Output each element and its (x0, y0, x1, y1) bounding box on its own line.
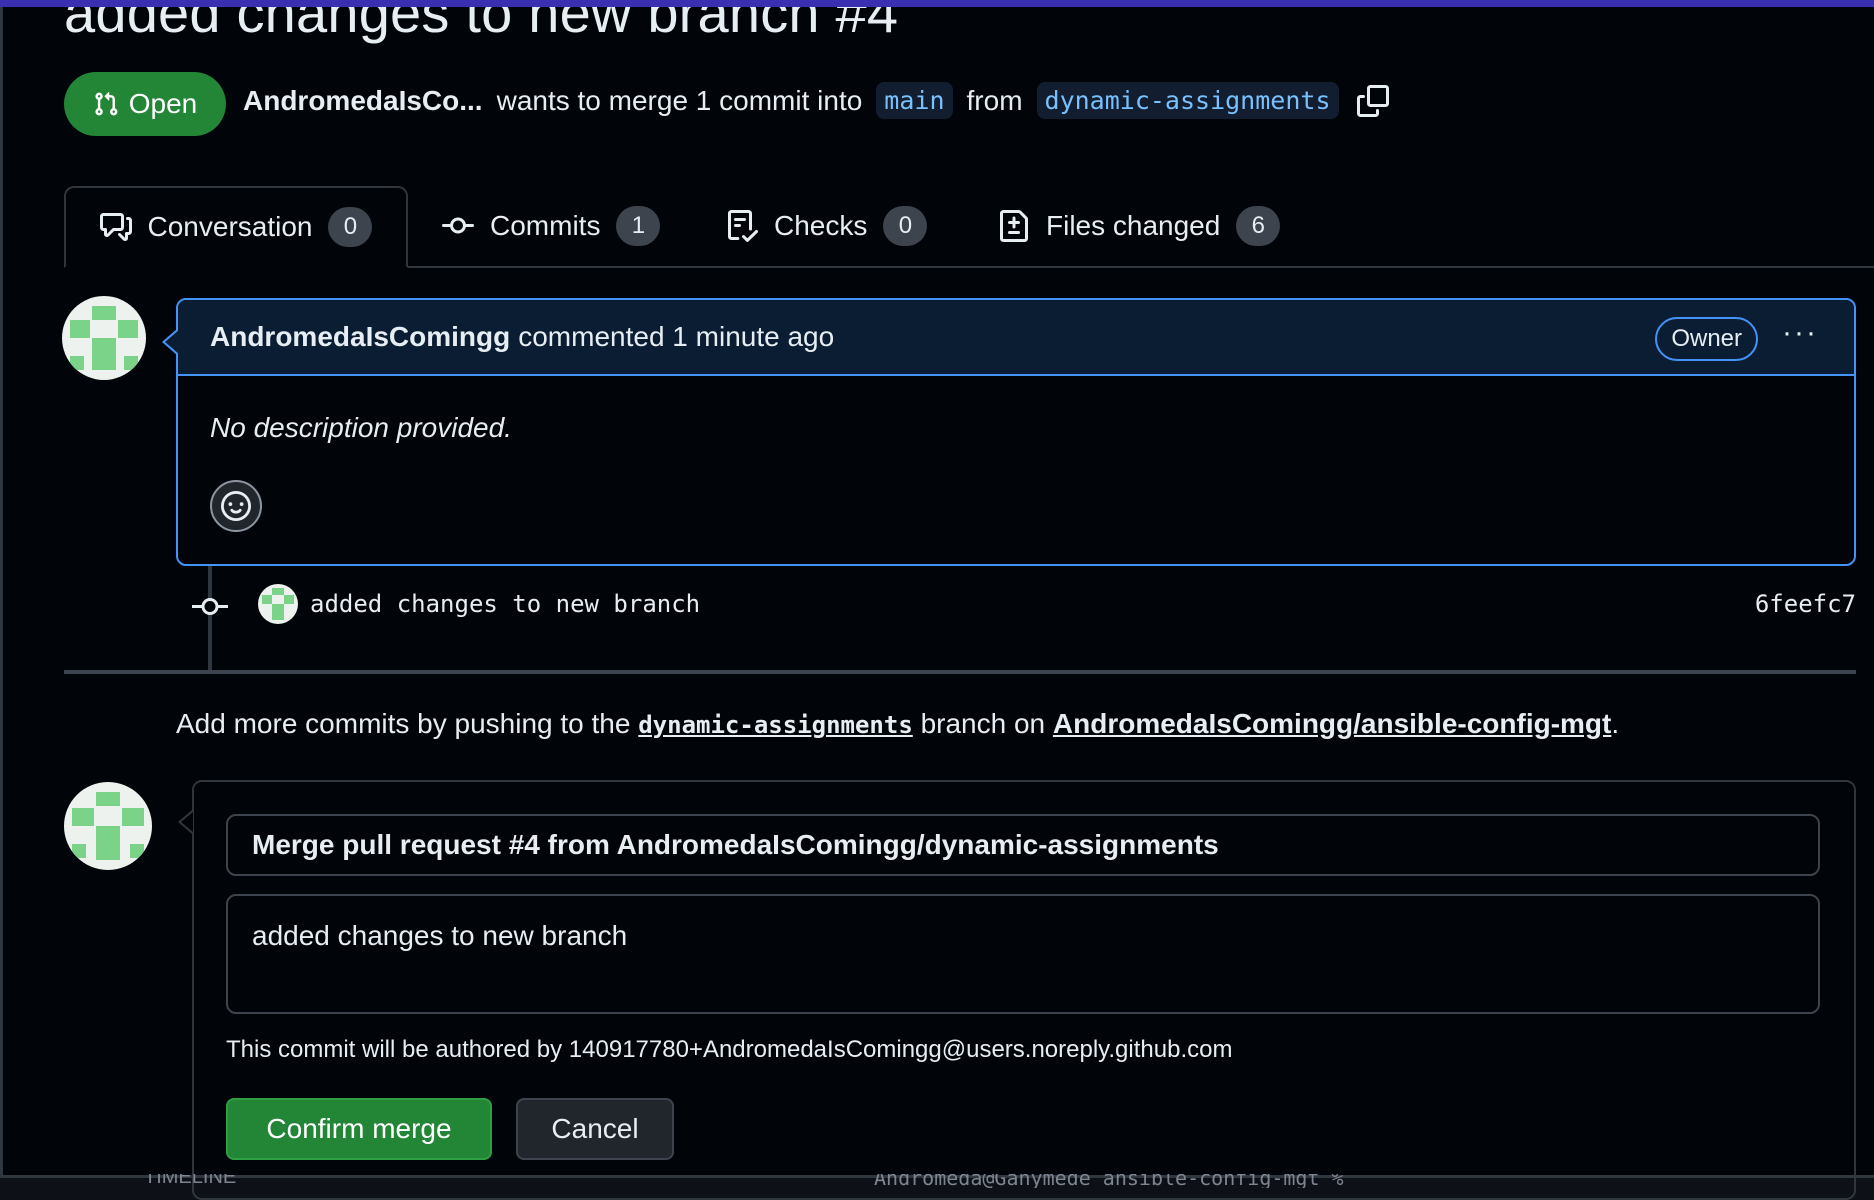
avatar[interactable] (64, 782, 152, 870)
confirm-merge-button[interactable]: Confirm merge (226, 1098, 492, 1160)
merge-title-input[interactable] (226, 814, 1820, 876)
file-diff-icon (1000, 210, 1028, 242)
hint-branch[interactable]: dynamic-assignments (638, 711, 913, 739)
commit-author-avatar[interactable] (258, 584, 298, 624)
tab-files-changed[interactable]: Files changed 6 (998, 186, 1281, 266)
hint-suffix: . (1611, 708, 1620, 739)
pr-author-link[interactable]: AndromedaIsCo... (243, 85, 483, 117)
hint-repo-link[interactable]: AndromedaIsComingg/ansible-config-mgt (1053, 708, 1611, 739)
owner-badge: Owner (1655, 317, 1758, 361)
tab-conversation[interactable]: Conversation 0 (64, 186, 408, 268)
merge-body-textarea[interactable]: added changes to new branch (226, 894, 1820, 1014)
hint-prefix: Add more commits by pushing to the (176, 708, 631, 739)
commit-message[interactable]: added changes to new branch (310, 590, 700, 618)
kebab-menu-icon[interactable]: ··· (1782, 316, 1818, 350)
commit-sha[interactable]: 6feefc7 (1755, 590, 1856, 618)
tab-checks[interactable]: Checks 0 (726, 186, 928, 266)
git-pull-request-icon (95, 91, 118, 116)
window-top-edge (0, 0, 1874, 7)
push-hint: Add more commits by pushing to the dynam… (176, 708, 1619, 740)
tab-checks-count: 0 (883, 206, 928, 246)
commit-author-note: This commit will be authored by 14091778… (226, 1036, 1233, 1063)
comment-header: AndromedaIsComingg commented 1 minute ag… (178, 300, 1854, 376)
comment-box: AndromedaIsComingg commented 1 minute ag… (176, 298, 1856, 566)
from-text: from (966, 84, 1023, 116)
tab-conversation-count: 0 (328, 207, 373, 247)
merge-pointer-inner (181, 812, 193, 832)
timeline-commit: added changes to new branch 6feefc7 (192, 584, 1856, 628)
checklist-icon (728, 210, 758, 242)
pr-state-label: Open (128, 88, 198, 119)
tab-files-changed-label: Files changed (1046, 210, 1221, 241)
tab-commits[interactable]: Commits 1 (442, 186, 661, 266)
comment-author[interactable]: AndromedaIsComingg (210, 321, 510, 353)
comment-body: No description provided. (210, 412, 512, 443)
avatar[interactable] (62, 296, 146, 380)
hint-middle: branch on (920, 708, 1046, 739)
merge-text: wants to merge 1 commit into (496, 84, 863, 116)
head-branch[interactable]: dynamic-assignments (1036, 82, 1339, 119)
pr-tabs: Conversation 0 Commits 1 Checks 0 Files … (64, 186, 1874, 268)
pr-state-badge: Open (64, 72, 226, 136)
timeline-panel-label[interactable]: TIMELINE (144, 1174, 236, 1188)
comment-pointer-inner (165, 330, 179, 354)
pr-meta: AndromedaIsCo... wants to merge 1 commit… (243, 82, 1389, 119)
git-commit-icon (192, 598, 228, 615)
terminal-prompt: Andromeda@Ganymede ansible-config-mgt % (874, 1174, 1344, 1188)
tab-commits-count: 1 (616, 206, 661, 246)
comment-timestamp[interactable]: commented 1 minute ago (518, 321, 834, 353)
tab-checks-label: Checks (774, 210, 868, 241)
copy-icon[interactable] (1356, 84, 1389, 117)
tab-conversation-label: Conversation (147, 211, 313, 242)
add-reaction-button[interactable] (210, 480, 262, 532)
smiley-icon (221, 491, 251, 521)
cancel-button[interactable]: Cancel (516, 1098, 674, 1160)
status-bar: TIMELINE Andromeda@Ganymede ansible-conf… (0, 1174, 1874, 1188)
tab-commits-label: Commits (490, 210, 601, 241)
comment-discussion-icon (99, 213, 132, 241)
base-branch[interactable]: main (876, 82, 953, 119)
tab-files-changed-count: 6 (1236, 206, 1281, 246)
timeline-divider (64, 670, 1856, 674)
git-commit-icon (442, 217, 474, 234)
